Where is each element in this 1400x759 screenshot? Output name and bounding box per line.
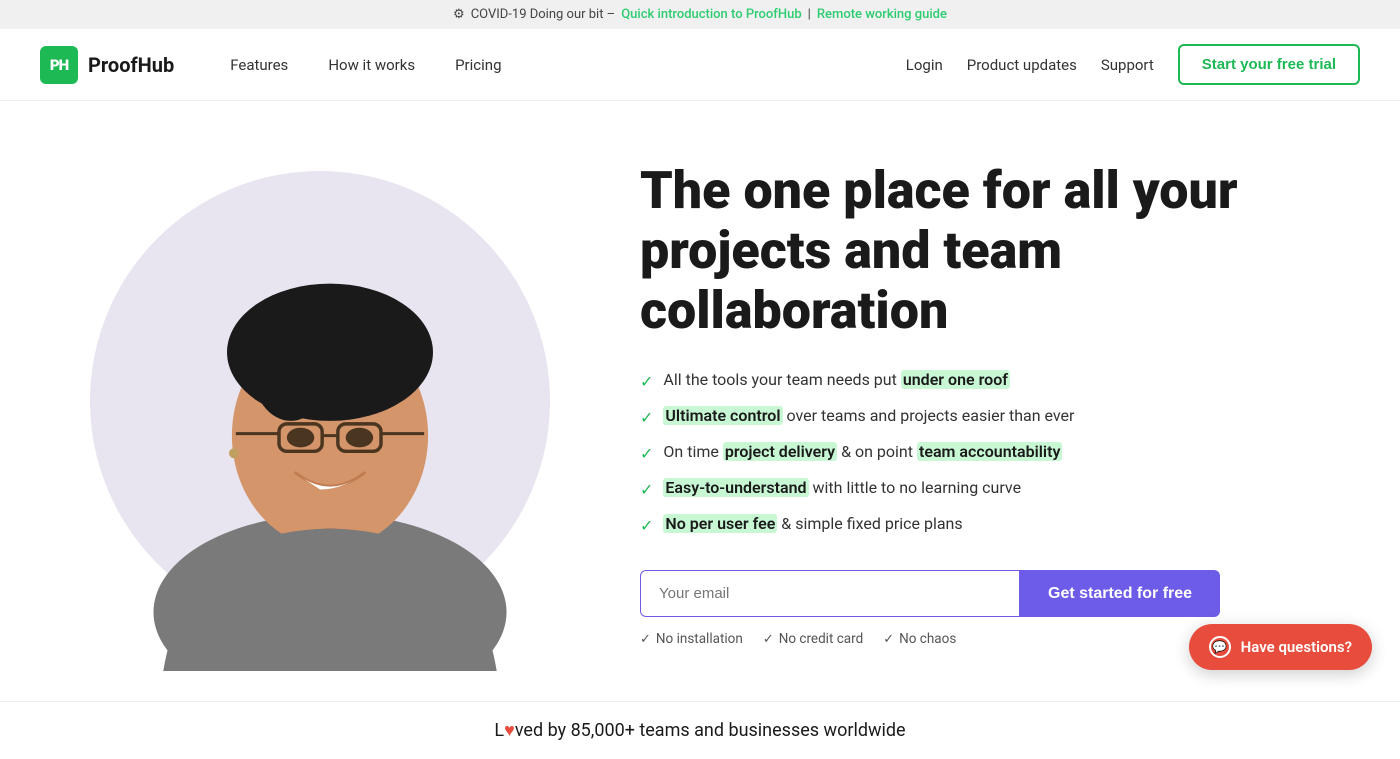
person-svg <box>80 161 580 671</box>
heart-icon: ♥ <box>504 720 515 741</box>
announcement-link1[interactable]: Quick introduction to ProofHub <box>621 7 801 22</box>
sub-feature-label-3: No chaos <box>899 631 956 647</box>
check-icon-4: ✓ <box>640 478 653 502</box>
loved-by-text: L♥ved by 85,000+ teams and businesses wo… <box>494 720 905 741</box>
email-input[interactable] <box>640 570 1020 617</box>
nav-pricing[interactable]: Pricing <box>439 48 517 82</box>
hero-title: The one place for all your projects and … <box>640 161 1340 340</box>
hero-section: The one place for all your projects and … <box>0 101 1400 671</box>
feature-item-5: ✓ No per user fee & simple fixed price p… <box>640 512 1340 538</box>
feature-item-1: ✓ All the tools your team needs put unde… <box>640 368 1340 394</box>
chat-widget[interactable]: 💬 Have questions? <box>1189 624 1372 670</box>
check-icon-2: ✓ <box>640 406 653 430</box>
navbar: PH ProofHub Features How it works Pricin… <box>0 29 1400 101</box>
sub-feature-no-credit-card: ✓ No credit card <box>763 631 863 647</box>
sub-feature-label-2: No credit card <box>779 631 864 647</box>
sub-check-3: ✓ <box>883 632 894 647</box>
logo-name: ProofHub <box>88 53 174 77</box>
announcement-prefix: COVID-19 Doing our bit – <box>471 7 616 22</box>
highlight-easy-to-understand: Easy-to-understand <box>663 478 808 497</box>
nav-support[interactable]: Support <box>1101 56 1154 74</box>
highlight-team-accountability: team accountability <box>917 442 1062 461</box>
chat-bubble-icon: 💬 <box>1209 636 1231 658</box>
highlight-under-one-roof: under one roof <box>901 370 1010 389</box>
sub-check-2: ✓ <box>763 632 774 647</box>
hero-content: The one place for all your projects and … <box>580 141 1340 647</box>
sub-feature-no-installation: ✓ No installation <box>640 631 743 647</box>
feature-item-2: ✓ Ultimate control over teams and projec… <box>640 404 1340 430</box>
check-icon-5: ✓ <box>640 514 653 538</box>
hero-person-image <box>80 161 580 671</box>
feature-item-3: ✓ On time project delivery & on point te… <box>640 440 1340 466</box>
chat-widget-label: Have questions? <box>1241 638 1352 656</box>
nav-product-updates[interactable]: Product updates <box>967 56 1077 74</box>
logo-icon: PH <box>40 46 78 84</box>
sub-feature-label-1: No installation <box>656 631 743 647</box>
gear-icon: ⚙ <box>453 7 465 22</box>
check-icon-1: ✓ <box>640 370 653 394</box>
feature-item-4: ✓ Easy-to-understand with little to no l… <box>640 476 1340 502</box>
logo-link[interactable]: PH ProofHub <box>40 46 174 84</box>
highlight-project-delivery: project delivery <box>723 442 837 461</box>
sub-feature-no-chaos: ✓ No chaos <box>883 631 956 647</box>
get-started-button[interactable]: Get started for free <box>1020 570 1220 617</box>
check-icon-3: ✓ <box>640 442 653 466</box>
hero-image-area <box>60 151 580 671</box>
highlight-no-per-user-fee: No per user fee <box>663 514 777 533</box>
feature-list: ✓ All the tools your team needs put unde… <box>640 368 1340 538</box>
nav-how-it-works[interactable]: How it works <box>312 48 431 82</box>
email-cta-row: Get started for free <box>640 570 1340 617</box>
highlight-ultimate-control: Ultimate control <box>663 406 782 425</box>
nav-right-links: Login Product updates Support Start your… <box>906 44 1360 85</box>
nav-left-links: Features How it works Pricing <box>214 48 906 82</box>
nav-login[interactable]: Login <box>906 56 943 74</box>
announcement-link2[interactable]: Remote working guide <box>817 7 947 22</box>
loved-by-bar: L♥ved by 85,000+ teams and businesses wo… <box>0 701 1400 759</box>
start-free-trial-button[interactable]: Start your free trial <box>1178 44 1360 85</box>
announcement-bar: ⚙ COVID-19 Doing our bit – Quick introdu… <box>0 0 1400 29</box>
announcement-separator: | <box>808 7 811 22</box>
nav-features[interactable]: Features <box>214 48 304 82</box>
sub-check-1: ✓ <box>640 632 651 647</box>
